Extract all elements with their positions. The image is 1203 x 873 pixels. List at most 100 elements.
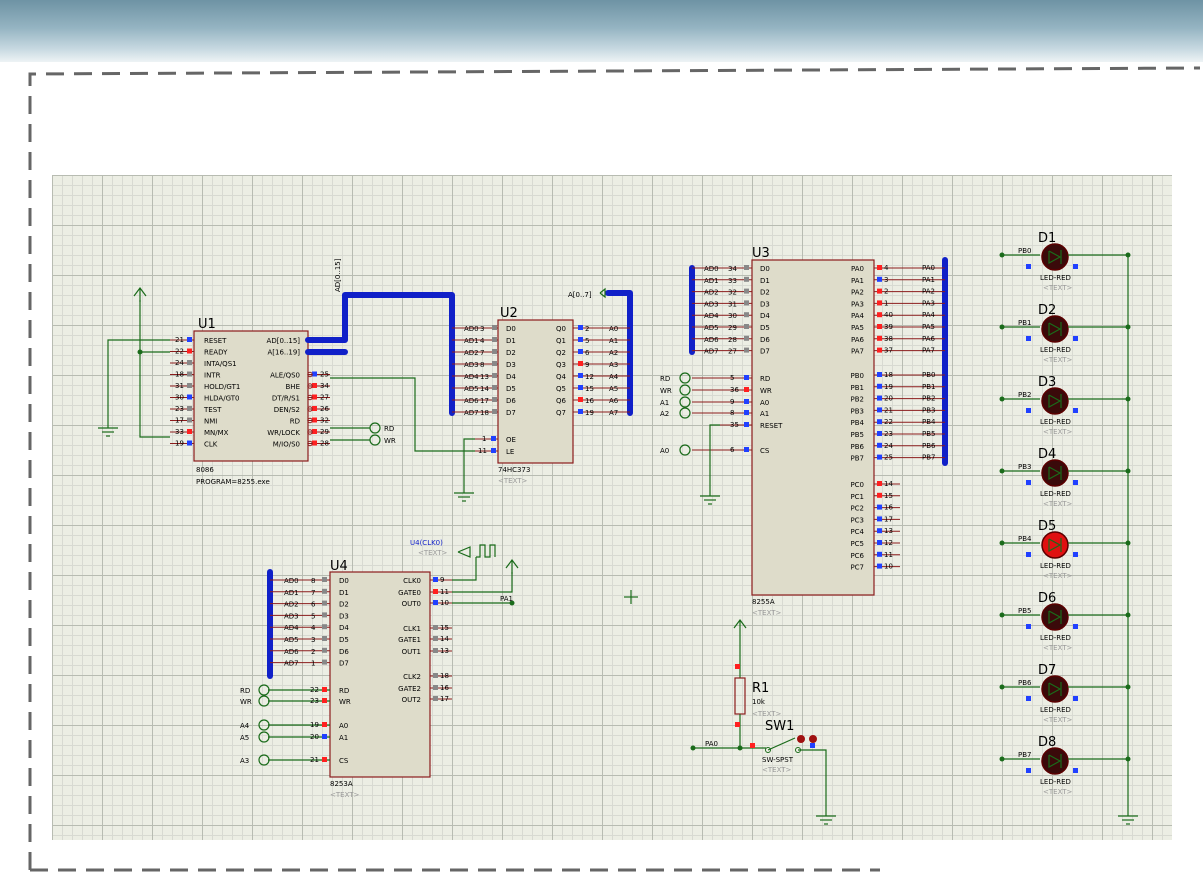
pin-name: CLK1 <box>403 625 421 633</box>
u3-ctrl-terminal[interactable] <box>679 396 691 408</box>
reset-circuit[interactable]: R1 10k <TEXT> PA0 SW1 SW-SPST <TEXT> <box>690 619 837 825</box>
led-d6[interactable]: D6PB5LED-RED<TEXT> <box>999 591 1129 652</box>
pin-name: RESET <box>760 422 783 430</box>
schematic-drawing[interactable]: U18086PROGRAM=8255.exe21 RESET22 READY24 IN… <box>52 175 1172 840</box>
pin-name: RD <box>290 418 300 426</box>
junction-dot <box>999 540 1005 546</box>
ppi-8255a-u3[interactable]: U38255A<TEXT>AD0 34 D0AD1 33 D1AD2 32 D2AD3 31 D… <box>660 246 945 617</box>
terminal-label: WR <box>240 698 252 706</box>
resistor-r1[interactable] <box>734 677 746 715</box>
pin-name: D6 <box>339 648 349 656</box>
pin-number: 14 <box>884 480 893 488</box>
pin-number: 15 <box>440 624 449 632</box>
pin-marker <box>877 504 882 510</box>
u4-ctrl-terminal[interactable] <box>258 684 270 696</box>
led-body[interactable] <box>1041 531 1069 559</box>
u4-ctrl-terminal[interactable] <box>258 754 270 766</box>
pin-marker <box>312 406 317 411</box>
pin-marker <box>877 265 882 270</box>
led-d5[interactable]: D5PB4LED-RED<TEXT> <box>999 519 1129 580</box>
net-label: AD0 <box>284 577 299 585</box>
pin-name: DT/R/S1 <box>272 395 300 403</box>
pin-number: 16 <box>440 684 449 692</box>
net-label: AD3 <box>464 361 479 369</box>
u4-ctrl-terminal[interactable] <box>258 719 270 731</box>
led-body[interactable] <box>1041 747 1069 775</box>
led-d1[interactable]: D1PB0LED-RED<TEXT> <box>999 231 1129 292</box>
ground-symbol <box>1118 808 1138 825</box>
pin-marker <box>433 636 438 641</box>
pin-name: PB0 <box>851 372 864 380</box>
pin-name: PA5 <box>851 324 864 332</box>
switch-button[interactable] <box>809 735 817 743</box>
led-part: LED-RED <box>1040 634 1071 642</box>
latch-74hc373-u2[interactable]: U2 74HC373 <TEXT> AD0 3 D0 Q0 2 A0 AD1 4 D1 Q1 5 A1 AD2… <box>452 306 630 502</box>
schematic-canvas[interactable]: U1 8086 PROGRAM=8255.exe 21 RESET 22 READY 24 IN… <box>52 175 1172 840</box>
switch-button[interactable] <box>797 735 805 743</box>
pin-marker <box>877 551 882 557</box>
resistor-value: 10k <box>752 698 766 706</box>
net-label: PB5 <box>922 430 935 438</box>
pin-name: D7 <box>760 348 770 356</box>
led-body[interactable] <box>1041 459 1069 487</box>
u4-ctrl-terminal[interactable] <box>258 695 270 707</box>
pin-marker <box>492 325 497 330</box>
u3-ctrl-terminal[interactable] <box>679 407 691 419</box>
pin-name: PB5 <box>851 431 864 439</box>
pin-number: 31 <box>175 382 184 390</box>
pin-name: D5 <box>760 324 770 332</box>
led-body[interactable] <box>1041 603 1069 631</box>
pin-marker <box>578 373 583 378</box>
pin-name: PC5 <box>850 540 864 548</box>
pin-number: 2 <box>311 648 315 656</box>
pin-number: 36 <box>730 386 739 394</box>
pin-marker <box>877 528 882 534</box>
pin-marker <box>312 383 317 388</box>
terminal-label: RD <box>660 375 670 383</box>
led-body[interactable] <box>1041 387 1069 415</box>
pin-number: 29 <box>728 324 737 332</box>
net-label: PA0 <box>705 740 718 748</box>
pin-name: PB1 <box>851 384 864 392</box>
net-label: PA4 <box>922 311 936 319</box>
pin-marker <box>744 447 749 452</box>
led-body[interactable] <box>1041 675 1069 703</box>
wire <box>457 546 471 558</box>
pin-number: 10 <box>884 563 893 571</box>
junction-dot <box>999 468 1005 474</box>
u4-ctrl-terminal[interactable] <box>258 731 270 743</box>
led-d8[interactable]: D8PB7LED-RED<TEXT> <box>999 735 1129 796</box>
led-d7[interactable]: D7PB6LED-RED<TEXT> <box>999 663 1129 724</box>
net-label: PA5 <box>922 323 935 331</box>
led-body[interactable] <box>1041 243 1069 271</box>
u3-ctrl-terminal[interactable] <box>679 384 691 396</box>
pin-marker <box>877 419 882 425</box>
pin-name: OE <box>506 436 516 444</box>
cpu-8086-u1[interactable]: U1 8086 PROGRAM=8255.exe 21 RESET 22 READY 24 IN… <box>98 287 475 486</box>
timer-8253a-u4[interactable]: U4 8253A <TEXT> AD0 8 D0 AD1 7 D1 AD2 6 D2 AD3 5 D3 AD4… <box>240 539 519 799</box>
led-array[interactable]: D1PB0LED-RED<TEXT> D2PB1LED-RED<TEXT> D3PB… <box>999 231 1139 825</box>
u3-ctrl-terminal[interactable] <box>679 444 691 456</box>
pin-marker <box>1026 696 1031 701</box>
led-d2[interactable]: D2PB1LED-RED<TEXT> <box>999 303 1129 364</box>
switch-part: SW-SPST <box>762 756 794 764</box>
u3-ctrl-terminal[interactable] <box>679 372 691 384</box>
pin-marker <box>187 360 192 365</box>
pin-number: 37 <box>884 347 893 355</box>
wire <box>452 557 477 581</box>
net-label: PB7 <box>1018 751 1031 759</box>
resistor-text: <TEXT> <box>752 710 782 718</box>
net-label: AD6 <box>284 648 299 656</box>
pin-name: Q6 <box>556 397 567 405</box>
pin-name: D7 <box>339 660 349 668</box>
led-d3[interactable]: D3PB2LED-RED<TEXT> <box>999 375 1129 436</box>
led-text: <TEXT> <box>1043 356 1073 364</box>
led-body[interactable] <box>1041 315 1069 343</box>
rd-terminal[interactable] <box>369 422 381 434</box>
pin-marker <box>877 431 882 436</box>
led-d4[interactable]: D4PB3LED-RED<TEXT> <box>999 447 1129 508</box>
pin-name: A1 <box>339 734 348 742</box>
junction-dot <box>1125 324 1131 330</box>
pin-name: PB7 <box>851 455 864 463</box>
wr-terminal[interactable] <box>369 434 381 446</box>
